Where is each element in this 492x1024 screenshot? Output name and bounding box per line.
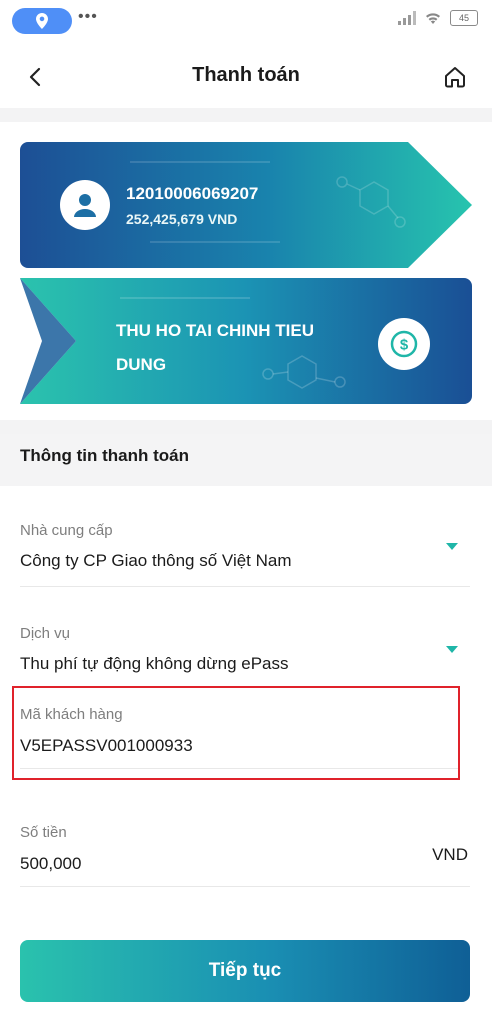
dollar-icon: $ bbox=[390, 330, 418, 358]
amount-input[interactable]: 500,000 bbox=[20, 854, 81, 874]
provider-value[interactable]: Công ty CP Giao thông số Việt Nam bbox=[20, 551, 292, 571]
user-icon bbox=[74, 194, 96, 217]
section-title: Thông tin thanh toán bbox=[20, 446, 190, 465]
amount-label: Số tiền bbox=[20, 824, 67, 841]
status-dots: ••• bbox=[78, 8, 98, 25]
signal-icon bbox=[398, 11, 416, 25]
location-icon bbox=[36, 13, 48, 29]
home-icon bbox=[445, 67, 465, 88]
service-value[interactable]: Thu phí tự động không dừng ePass bbox=[20, 654, 289, 674]
section-separator bbox=[0, 420, 492, 434]
app-header: Thanh toán bbox=[0, 44, 492, 108]
continue-button[interactable]: Tiếp tục bbox=[20, 940, 470, 1002]
service-coin: $ bbox=[378, 318, 430, 370]
account-number: 12010006069207 bbox=[126, 184, 259, 203]
chevron-down-icon[interactable] bbox=[446, 646, 458, 653]
header-separator bbox=[0, 108, 492, 122]
account-avatar bbox=[60, 180, 110, 230]
provider-label: Nhà cung cấp bbox=[20, 522, 113, 539]
battery-icon: 45 bbox=[450, 10, 478, 26]
divider bbox=[20, 886, 470, 887]
status-icons: 45 bbox=[398, 10, 478, 26]
location-pill bbox=[12, 8, 72, 34]
currency-label: VND bbox=[432, 845, 468, 864]
wifi-icon bbox=[426, 13, 440, 24]
home-button[interactable] bbox=[440, 62, 470, 92]
account-balance: 252,425,679 VND bbox=[126, 211, 238, 227]
divider bbox=[20, 586, 470, 587]
service-name: THU HO TAI CHINH TIEU DUNG bbox=[116, 321, 315, 374]
highlight-box bbox=[12, 686, 460, 780]
page-title: Thanh toán bbox=[192, 64, 300, 86]
chevron-down-icon[interactable] bbox=[446, 543, 458, 550]
svg-text:$: $ bbox=[400, 337, 409, 354]
service-label: Dịch vụ bbox=[20, 625, 71, 642]
